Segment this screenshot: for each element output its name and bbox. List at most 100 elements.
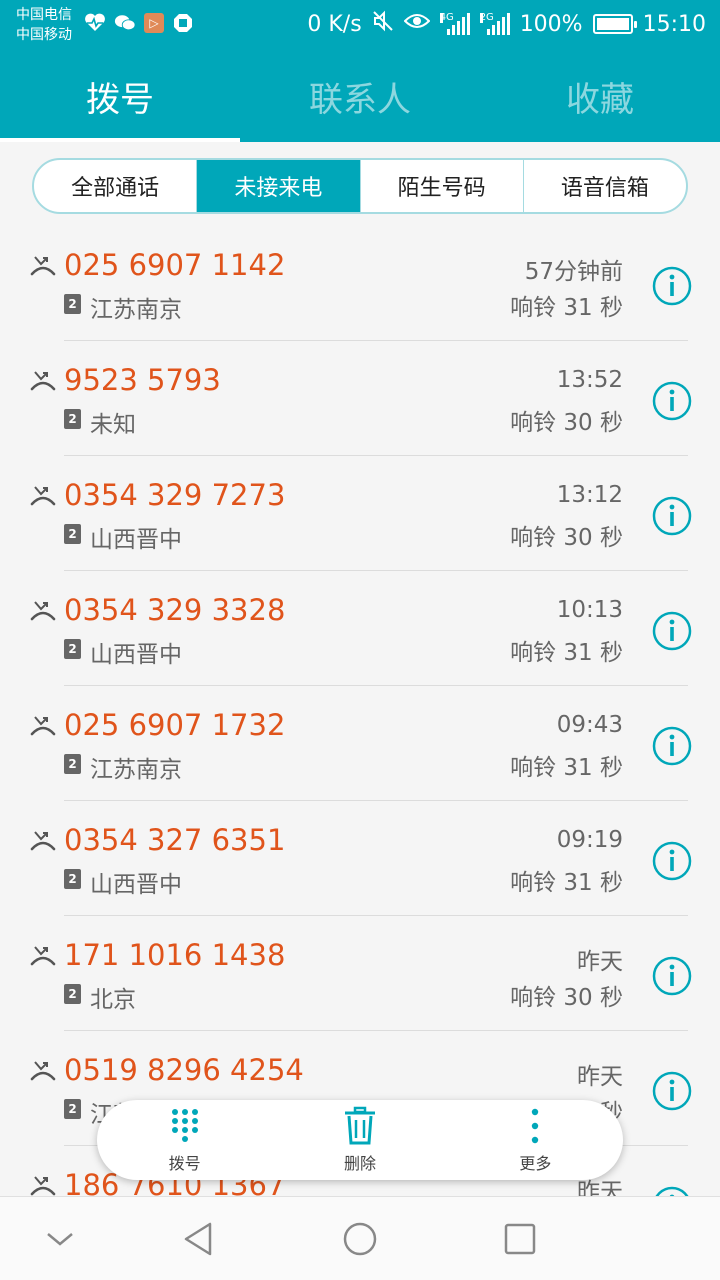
- call-time: 13:12: [556, 482, 623, 508]
- carrier-2: 中国移动: [16, 27, 72, 43]
- wechat-icon: [114, 12, 136, 34]
- missed-call-icon: [30, 946, 56, 966]
- call-log-item[interactable]: 9523 5793 2 未知 13:52 响铃 30 秒: [0, 341, 720, 456]
- bottom-toolbar: 拨号 删除 更多: [97, 1100, 623, 1180]
- tab-favorites[interactable]: 收藏: [480, 50, 720, 142]
- call-time: 10:13: [556, 597, 623, 623]
- chevron-down-icon[interactable]: [40, 1219, 80, 1259]
- tab-dial[interactable]: 拨号: [0, 50, 240, 142]
- phone-number: 9523 5793: [64, 363, 221, 397]
- call-time: 昨天: [577, 1064, 623, 1090]
- ring-duration: 响铃 31 秒: [510, 640, 623, 666]
- caller-location: 未知: [90, 412, 136, 438]
- clock: 15:10: [642, 11, 706, 37]
- signal-icon: 4G: [439, 12, 470, 35]
- delete-label: 删除: [343, 1154, 376, 1173]
- ring-duration: 响铃 31 秒: [510, 755, 623, 781]
- call-time: 昨天: [577, 949, 623, 975]
- missed-call-icon: [30, 716, 56, 736]
- net-speed: 0 K/s: [307, 11, 362, 37]
- info-icon[interactable]: [652, 381, 692, 421]
- sim-badge: 2: [64, 639, 81, 659]
- phone-number: 025 6907 1142: [64, 248, 286, 282]
- caller-location: 江苏南京: [90, 757, 182, 783]
- signal-icon-2: 2G: [479, 12, 510, 35]
- missed-call-icon: [30, 371, 56, 391]
- sig2-label: 2G: [479, 12, 494, 23]
- delete-button[interactable]: 删除: [272, 1100, 447, 1180]
- phone-number: 0354 329 3328: [64, 593, 286, 627]
- status-bar: 中国电信 中国移动 ▷ 0 K/s 4G 2G 100% 15:10: [0, 0, 720, 50]
- filter-unknown-numbers[interactable]: 陌生号码: [361, 160, 524, 212]
- call-log-item[interactable]: 0354 329 3328 2 山西晋中 10:13 响铃 31 秒: [0, 571, 720, 686]
- sim-badge: 2: [64, 1099, 81, 1119]
- call-time: 57分钟前: [524, 259, 623, 285]
- battery-percent: 100%: [519, 11, 583, 37]
- filter-all-calls[interactable]: 全部通话: [34, 160, 198, 212]
- info-icon[interactable]: [652, 611, 692, 651]
- dialpad-icon: [171, 1109, 198, 1142]
- call-time: 09:43: [556, 712, 623, 738]
- call-log-item[interactable]: 025 6907 1732 2 江苏南京 09:43 响铃 31 秒: [0, 686, 720, 801]
- more-vert-icon: [532, 1108, 539, 1144]
- sim-badge: 2: [64, 409, 81, 429]
- info-icon[interactable]: [652, 1071, 692, 1111]
- info-icon[interactable]: [652, 496, 692, 536]
- sim-badge: 2: [64, 869, 81, 889]
- home-icon[interactable]: [340, 1219, 380, 1259]
- notification-icons: ▷: [84, 12, 194, 34]
- call-time: 09:19: [556, 827, 623, 853]
- ring-duration: 响铃 31 秒: [510, 295, 623, 321]
- sim-badge: 2: [64, 524, 81, 544]
- call-log-item[interactable]: 171 1016 1438 2 北京 昨天 响铃 30 秒: [0, 916, 720, 1031]
- info-icon[interactable]: [652, 266, 692, 306]
- sim-badge: 2: [64, 984, 81, 1004]
- ring-duration: 响铃 30 秒: [510, 410, 623, 436]
- system-nav-bar: [0, 1196, 720, 1280]
- sig1-label: 4G: [439, 12, 454, 23]
- more-button[interactable]: 更多: [448, 1100, 623, 1180]
- phone-number: 0354 327 6351: [64, 823, 286, 857]
- phone-number: 171 1016 1438: [64, 938, 286, 972]
- sim-badge: 2: [64, 294, 81, 314]
- filter-voicemail[interactable]: 语音信箱: [524, 160, 686, 212]
- carrier-1: 中国电信: [16, 7, 72, 23]
- call-log-item[interactable]: 0354 329 7273 2 山西晋中 13:12 响铃 30 秒: [0, 456, 720, 571]
- caller-location: 江苏南京: [90, 297, 182, 323]
- info-icon[interactable]: [652, 726, 692, 766]
- ring-duration: 响铃 31 秒: [510, 870, 623, 896]
- filter-missed-calls[interactable]: 未接来电: [197, 160, 361, 212]
- tab-contacts[interactable]: 联系人: [240, 50, 480, 142]
- info-icon[interactable]: [652, 841, 692, 881]
- missed-call-icon: [30, 486, 56, 506]
- phone-number: 025 6907 1732: [64, 708, 286, 742]
- call-log-item[interactable]: 025 6907 1142 2 江苏南京 57分钟前响铃 31 秒: [0, 226, 720, 341]
- call-time: 13:52: [556, 367, 623, 393]
- missed-call-icon: [30, 601, 56, 621]
- caller-location: 山西晋中: [90, 527, 182, 553]
- carrier-info: 中国电信 中国移动: [16, 5, 72, 45]
- eye-icon: [403, 11, 431, 37]
- missed-call-icon: [30, 256, 56, 276]
- phone-number: 0354 329 7273: [64, 478, 286, 512]
- call-log-item[interactable]: 0354 327 6351 2 山西晋中 09:19 响铃 31 秒: [0, 801, 720, 916]
- dialpad-button[interactable]: 拨号: [97, 1100, 272, 1180]
- video-app-icon: ▷: [144, 13, 164, 33]
- app-icon: [172, 12, 194, 34]
- missed-call-icon: [30, 831, 56, 851]
- top-tabs: 拨号 联系人 收藏: [0, 50, 720, 142]
- missed-call-icon: [30, 1061, 56, 1081]
- ring-duration: 响铃 30 秒: [510, 985, 623, 1011]
- back-icon[interactable]: [180, 1219, 220, 1259]
- call-filter: 全部通话 未接来电 陌生号码 语音信箱: [32, 158, 688, 214]
- caller-location: 山西晋中: [90, 872, 182, 898]
- caller-location: 山西晋中: [90, 642, 182, 668]
- mute-icon: [372, 10, 394, 38]
- ring-duration: 响铃 30 秒: [510, 525, 623, 551]
- info-icon[interactable]: [652, 956, 692, 996]
- status-right: 0 K/s 4G 2G 100% 15:10: [307, 10, 706, 38]
- battery-icon: [592, 14, 637, 34]
- trash-icon: [344, 1106, 375, 1145]
- recents-icon[interactable]: [500, 1219, 540, 1259]
- phone-number: 0519 8296 4254: [64, 1053, 304, 1087]
